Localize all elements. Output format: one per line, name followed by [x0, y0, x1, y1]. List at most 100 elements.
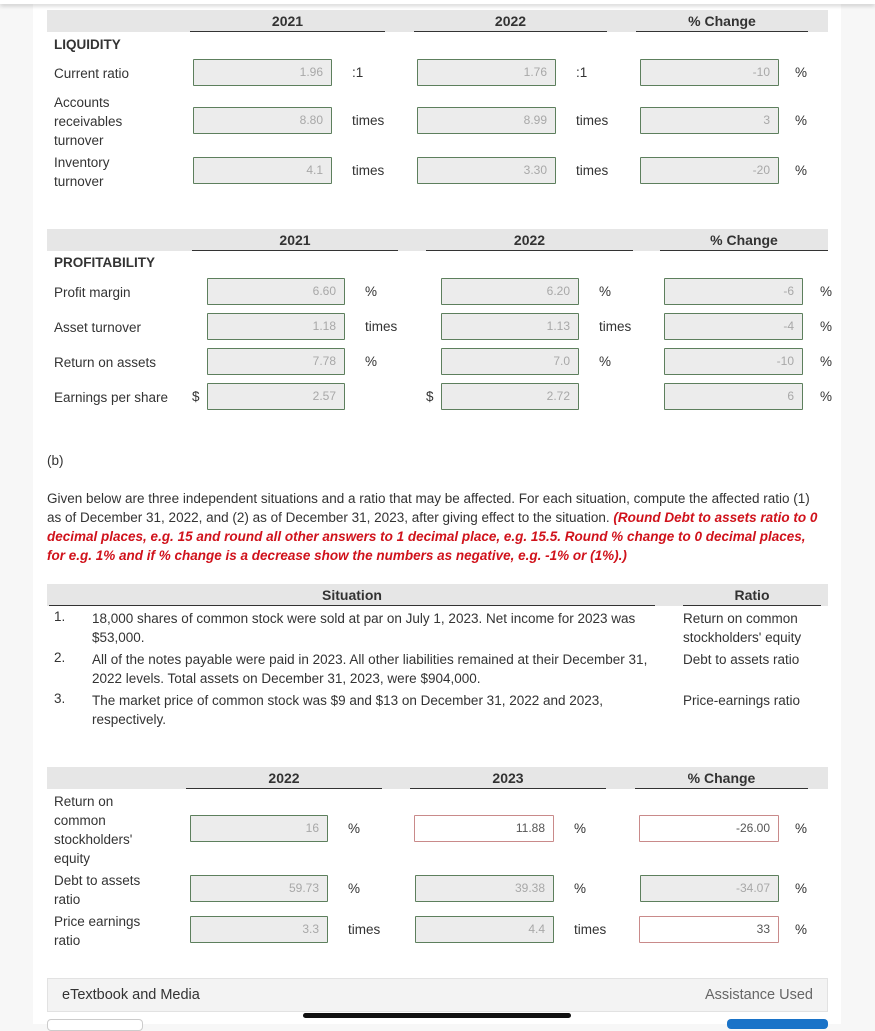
row-label-pe-ratio: Price earnings ratio	[54, 914, 141, 948]
situation-ratio: Return on common stockholders' equity	[683, 611, 802, 645]
current-ratio-2021-field[interactable]: 1.96	[193, 59, 332, 86]
row-label-return-on-assets: Return on assets	[54, 355, 157, 370]
return-on-assets-2021-field[interactable]: 7.78	[207, 348, 345, 375]
row-label-asset-turnover: Asset turnover	[54, 320, 142, 335]
row-label-inventory-turnover: Inventory turnover	[54, 155, 110, 189]
unit-label: %	[795, 821, 808, 836]
ar-turnover-2022-field[interactable]: 8.99	[417, 107, 556, 134]
ratio-header: Ratio	[683, 584, 821, 606]
unit-label: %	[348, 821, 361, 836]
asset-turnover-2022-field[interactable]: 1.13	[441, 313, 579, 340]
row-label-eps: Earnings per share	[54, 390, 169, 405]
col-header-change: % Change	[635, 767, 808, 789]
unit-label: times	[348, 922, 381, 937]
roe-2023-input[interactable]: 11.88	[414, 815, 554, 842]
unit-label: %	[820, 319, 833, 334]
roe-change-input[interactable]: -26.00	[639, 815, 779, 842]
situation-number: 2.	[54, 650, 66, 665]
unit-label: times	[599, 319, 632, 334]
unit-label: %	[795, 922, 808, 937]
resources-bar: eTextbook and Media Assistance Used	[47, 978, 828, 1012]
profit-margin-2022-field[interactable]: 6.20	[441, 278, 579, 305]
profit-margin-change-field[interactable]: -6	[664, 278, 803, 305]
return-on-assets-2022-field[interactable]: 7.0	[441, 348, 579, 375]
situation-ratio: Debt to assets ratio	[683, 652, 800, 667]
section-label-liquidity: LIQUIDITY	[54, 37, 121, 52]
col-header-2022: 2022	[426, 229, 633, 251]
current-ratio-2022-field[interactable]: 1.76	[417, 59, 556, 86]
situation-text: The market price of common stock was $9 …	[92, 693, 604, 727]
unit-label: %	[599, 284, 612, 299]
dollar-sign: $	[192, 389, 200, 404]
unit-label: %	[348, 881, 361, 896]
etextbook-link[interactable]: eTextbook and Media	[62, 987, 200, 1003]
row-label-ar-turnover: Accounts receivables turnover	[54, 95, 123, 148]
inventory-turnover-2022-field[interactable]: 3.30	[417, 157, 556, 184]
unit-label: %	[820, 389, 833, 404]
asset-turnover-2021-field[interactable]: 1.18	[207, 313, 345, 340]
unit-label: times	[365, 319, 398, 334]
situation-number: 1.	[54, 609, 66, 624]
row-label-debt-to-assets: Debt to assets ratio	[54, 873, 141, 907]
primary-button[interactable]	[727, 1019, 828, 1029]
asset-turnover-change-field[interactable]: -4	[664, 313, 803, 340]
situation-text: 18,000 shares of common stock were sold …	[92, 611, 636, 645]
situation-number: 3.	[54, 691, 66, 706]
return-on-assets-change-field[interactable]: -10	[664, 348, 803, 375]
debt-to-assets-change-field[interactable]: -34.07	[640, 875, 779, 902]
situation-ratio: Price-earnings ratio	[683, 693, 801, 708]
unit-label: %	[599, 354, 612, 369]
roe-2022-field[interactable]: 16	[190, 815, 328, 842]
inventory-turnover-change-field[interactable]: -20	[640, 157, 779, 184]
home-indicator	[303, 1013, 571, 1018]
pe-ratio-2022-field[interactable]: 3.3	[190, 916, 328, 943]
section-label-profitability: PROFITABILITY	[54, 255, 155, 270]
unit-label: %	[365, 284, 378, 299]
unit-label: times	[352, 163, 385, 178]
assistance-used-label: Assistance Used	[705, 987, 813, 1003]
inventory-turnover-2021-field[interactable]: 4.1	[193, 157, 332, 184]
unit-label: %	[820, 354, 833, 369]
row-label-roe: Return on common stockholders' equity	[54, 794, 133, 866]
dollar-sign: $	[426, 389, 434, 404]
col-header-2021: 2021	[192, 229, 398, 251]
ar-turnover-change-field[interactable]: 3	[640, 107, 779, 134]
situation-text: All of the notes payable were paid in 20…	[92, 652, 648, 686]
profit-margin-2021-field[interactable]: 6.60	[207, 278, 345, 305]
unit-label: %	[365, 354, 378, 369]
unit-label: times	[574, 922, 607, 937]
unit-label: times	[576, 163, 609, 178]
eps-2022-field[interactable]: 2.72	[441, 383, 579, 410]
row-label-profit-margin: Profit margin	[54, 285, 131, 300]
col-header-change: % Change	[660, 229, 828, 251]
col-header-2022: 2022	[414, 10, 607, 32]
unit-label: %	[574, 881, 587, 896]
col-header-2023: 2023	[410, 767, 606, 789]
pe-ratio-2023-field[interactable]: 4.4	[415, 916, 554, 943]
debt-to-assets-2023-field[interactable]: 39.38	[415, 875, 554, 902]
unit-label: times	[576, 113, 609, 128]
unit-label: %	[574, 821, 587, 836]
unit-label: %	[795, 881, 808, 896]
situation-header: Situation	[49, 584, 655, 606]
unit-label: times	[352, 113, 385, 128]
row-label-current-ratio: Current ratio	[54, 66, 130, 81]
unit-label: %	[820, 284, 833, 299]
secondary-button[interactable]	[47, 1019, 143, 1031]
instructions: Given below are three independent situat…	[47, 489, 822, 565]
eps-2021-field[interactable]: 2.57	[207, 383, 345, 410]
ar-turnover-2021-field[interactable]: 8.80	[193, 107, 332, 134]
col-header-2022: 2022	[186, 767, 382, 789]
unit-label: %	[795, 163, 808, 178]
part-b-label: (b)	[47, 453, 64, 468]
unit-label: :1	[576, 65, 588, 80]
col-header-2021: 2021	[190, 10, 385, 32]
eps-change-field[interactable]: 6	[664, 383, 803, 410]
debt-to-assets-2022-field[interactable]: 59.73	[190, 875, 328, 902]
current-ratio-change-field[interactable]: -10	[640, 59, 779, 86]
col-header-change: % Change	[636, 10, 808, 32]
top-bar	[0, 0, 875, 4]
unit-label: :1	[352, 65, 364, 80]
pe-ratio-change-input[interactable]: 33	[639, 916, 779, 943]
unit-label: %	[795, 113, 808, 128]
